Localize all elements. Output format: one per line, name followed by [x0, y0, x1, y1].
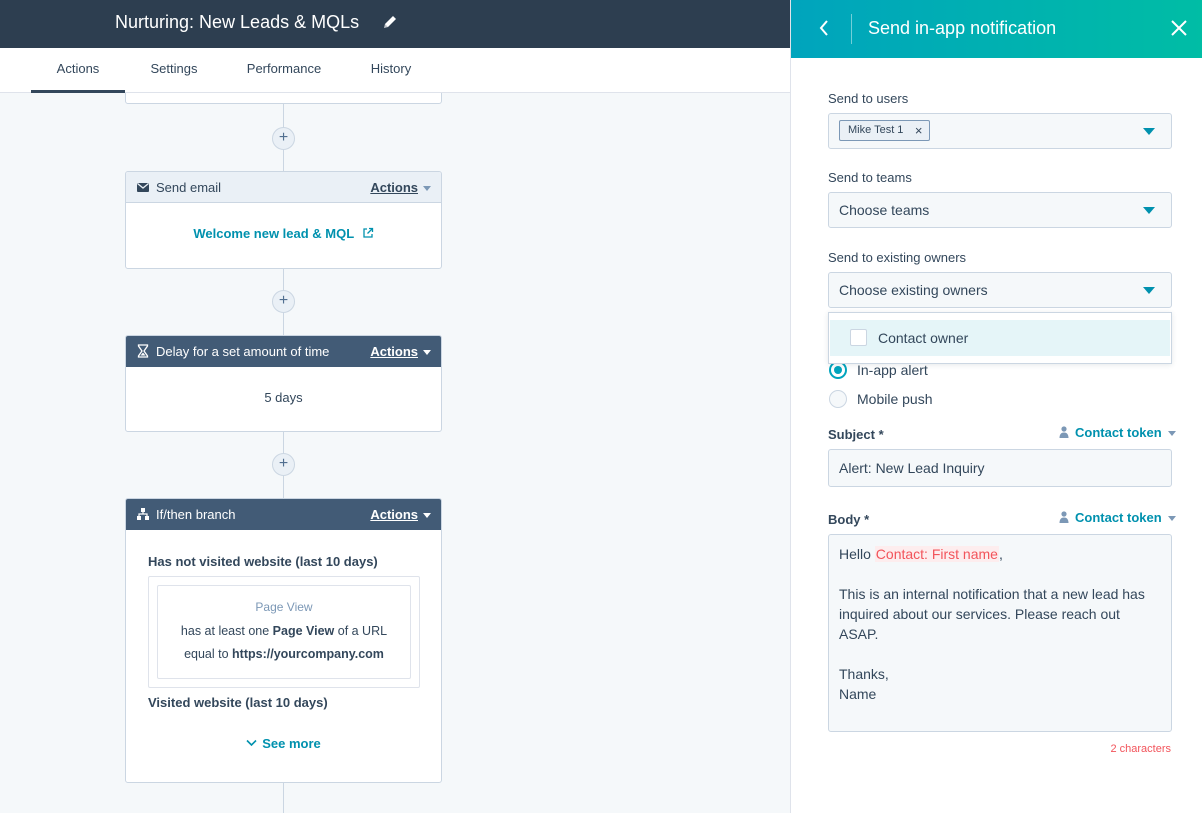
workflow-tabs: Actions Settings Performance History [0, 48, 790, 93]
dropdown-caret-icon [1143, 128, 1155, 135]
tab-performance[interactable]: Performance [238, 48, 330, 93]
actions-menu[interactable]: Actions [370, 507, 431, 522]
body-signature: Name [839, 686, 877, 702]
delay-card[interactable]: Delay for a set amount of time Actions 5… [125, 335, 442, 432]
card-title: Delay for a set amount of time [156, 343, 330, 359]
top-bar: Nurturing: New Leads & MQLs [0, 0, 790, 48]
body-greeting: Hello Contact: First name, [839, 546, 1003, 562]
email-link-row: Welcome new lead & MQL [126, 225, 441, 243]
header-divider [851, 14, 852, 44]
branch-label: Visited website (last 10 days) [148, 695, 328, 710]
owners-dropdown-menu: Contact owner [828, 312, 1172, 364]
filter-group: Page View has at least one Page View of … [148, 576, 420, 688]
option-label: Contact owner [878, 330, 969, 346]
dropdown-caret-icon [1143, 287, 1155, 294]
caret-down-icon [423, 512, 431, 518]
character-count: 2 characters [1110, 743, 1171, 755]
card-header: Delay for a set amount of time Actions [126, 336, 441, 367]
card-header: If/then branch Actions [126, 499, 441, 530]
card-header: Send email Actions [126, 172, 441, 203]
body-textarea[interactable]: Hello Contact: First name, This is an in… [828, 534, 1172, 732]
filter-type: Page View [255, 600, 313, 614]
subject-input[interactable]: Alert: New Lead Inquiry [828, 449, 1172, 487]
send-to-owners-select[interactable]: Choose existing owners [828, 272, 1172, 308]
dropdown-option-contact-owner[interactable]: Contact owner [830, 320, 1170, 356]
caret-down-icon [1167, 516, 1176, 522]
body-message: This is an internal notification that a … [839, 586, 1145, 642]
radio-label: In-app alert [857, 362, 928, 378]
delay-value: 5 days [264, 390, 303, 405]
send-to-owners-label: Send to existing owners [828, 250, 967, 265]
add-action-button[interactable]: + [272, 127, 295, 150]
dropdown-caret-icon [1143, 207, 1155, 214]
card-title: If/then branch [156, 506, 236, 522]
send-to-users-select[interactable]: Mike Test 1 × [828, 113, 1172, 149]
branch-card[interactable]: If/then branch Actions Has not visited w… [125, 498, 442, 783]
actions-menu[interactable]: Actions [370, 344, 431, 359]
filter-box[interactable]: Page View has at least one Page View of … [157, 585, 411, 679]
actions-menu[interactable]: Actions [370, 180, 431, 195]
email-link[interactable]: Welcome new lead & MQL [193, 226, 354, 241]
panel-title: Send in-app notification [868, 18, 1057, 38]
pencil-icon[interactable] [382, 14, 398, 30]
caret-down-icon [1167, 431, 1176, 437]
send-to-users-label: Send to users [828, 91, 909, 106]
workflow-title[interactable]: Nurturing: New Leads & MQLs [115, 12, 359, 33]
person-icon [1059, 426, 1069, 438]
body-contact-token-menu[interactable]: Contact token [1059, 510, 1176, 525]
chevron-left-icon[interactable] [817, 18, 831, 38]
previous-action-card[interactable] [125, 93, 442, 104]
user-chip-label: Mike Test 1 [848, 124, 904, 136]
connector-line [283, 783, 284, 813]
send-to-owners-placeholder: Choose existing owners [839, 282, 988, 298]
tab-actions[interactable]: Actions [31, 48, 125, 93]
subject-contact-token-menu[interactable]: Contact token [1059, 425, 1176, 440]
send-email-card[interactable]: Send email Actions Welcome new lead & MQ… [125, 171, 442, 269]
caret-down-icon [423, 185, 431, 191]
remove-chip-icon[interactable]: × [915, 121, 923, 140]
tab-history[interactable]: History [362, 48, 420, 93]
see-more-button[interactable]: See more [126, 735, 441, 753]
contact-first-name-token[interactable]: Contact: First name [874, 546, 999, 562]
subject-label: Subject * [828, 427, 884, 442]
action-panel: Send in-app notification Send to users M… [790, 0, 1202, 813]
caret-down-icon [423, 349, 431, 355]
tab-settings[interactable]: Settings [140, 48, 208, 93]
filter-line-2: equal to https://yourcompany.com [184, 647, 384, 661]
contact-owner-checkbox[interactable] [850, 329, 867, 346]
hourglass-icon [137, 344, 149, 358]
body-label: Body * [828, 512, 870, 527]
branch-icon [137, 508, 149, 520]
workflow-canvas[interactable]: + Send email Actions Welcome new lead & … [0, 93, 790, 813]
radio-mobile-push[interactable] [829, 390, 847, 408]
person-icon [1059, 511, 1069, 523]
panel-header: Send in-app notification [791, 0, 1202, 58]
send-to-teams-select[interactable]: Choose teams [828, 192, 1172, 228]
card-title: Send email [156, 179, 222, 195]
branch-label: Has not visited website (last 10 days) [148, 554, 378, 569]
radio-label: Mobile push [857, 391, 933, 407]
envelope-icon [137, 182, 149, 192]
chevron-down-icon [246, 739, 257, 747]
close-icon[interactable] [1170, 19, 1188, 37]
filter-line-1: has at least one Page View of a URL [180, 624, 388, 638]
user-chip: Mike Test 1 × [839, 120, 931, 141]
body-signoff: Thanks, [839, 666, 889, 682]
send-to-teams-label: Send to teams [828, 170, 912, 185]
subject-value: Alert: New Lead Inquiry [839, 460, 985, 476]
external-link-icon[interactable] [362, 227, 374, 239]
send-to-teams-placeholder: Choose teams [839, 202, 930, 218]
add-action-button[interactable]: + [272, 290, 295, 313]
add-action-button[interactable]: + [272, 453, 295, 476]
